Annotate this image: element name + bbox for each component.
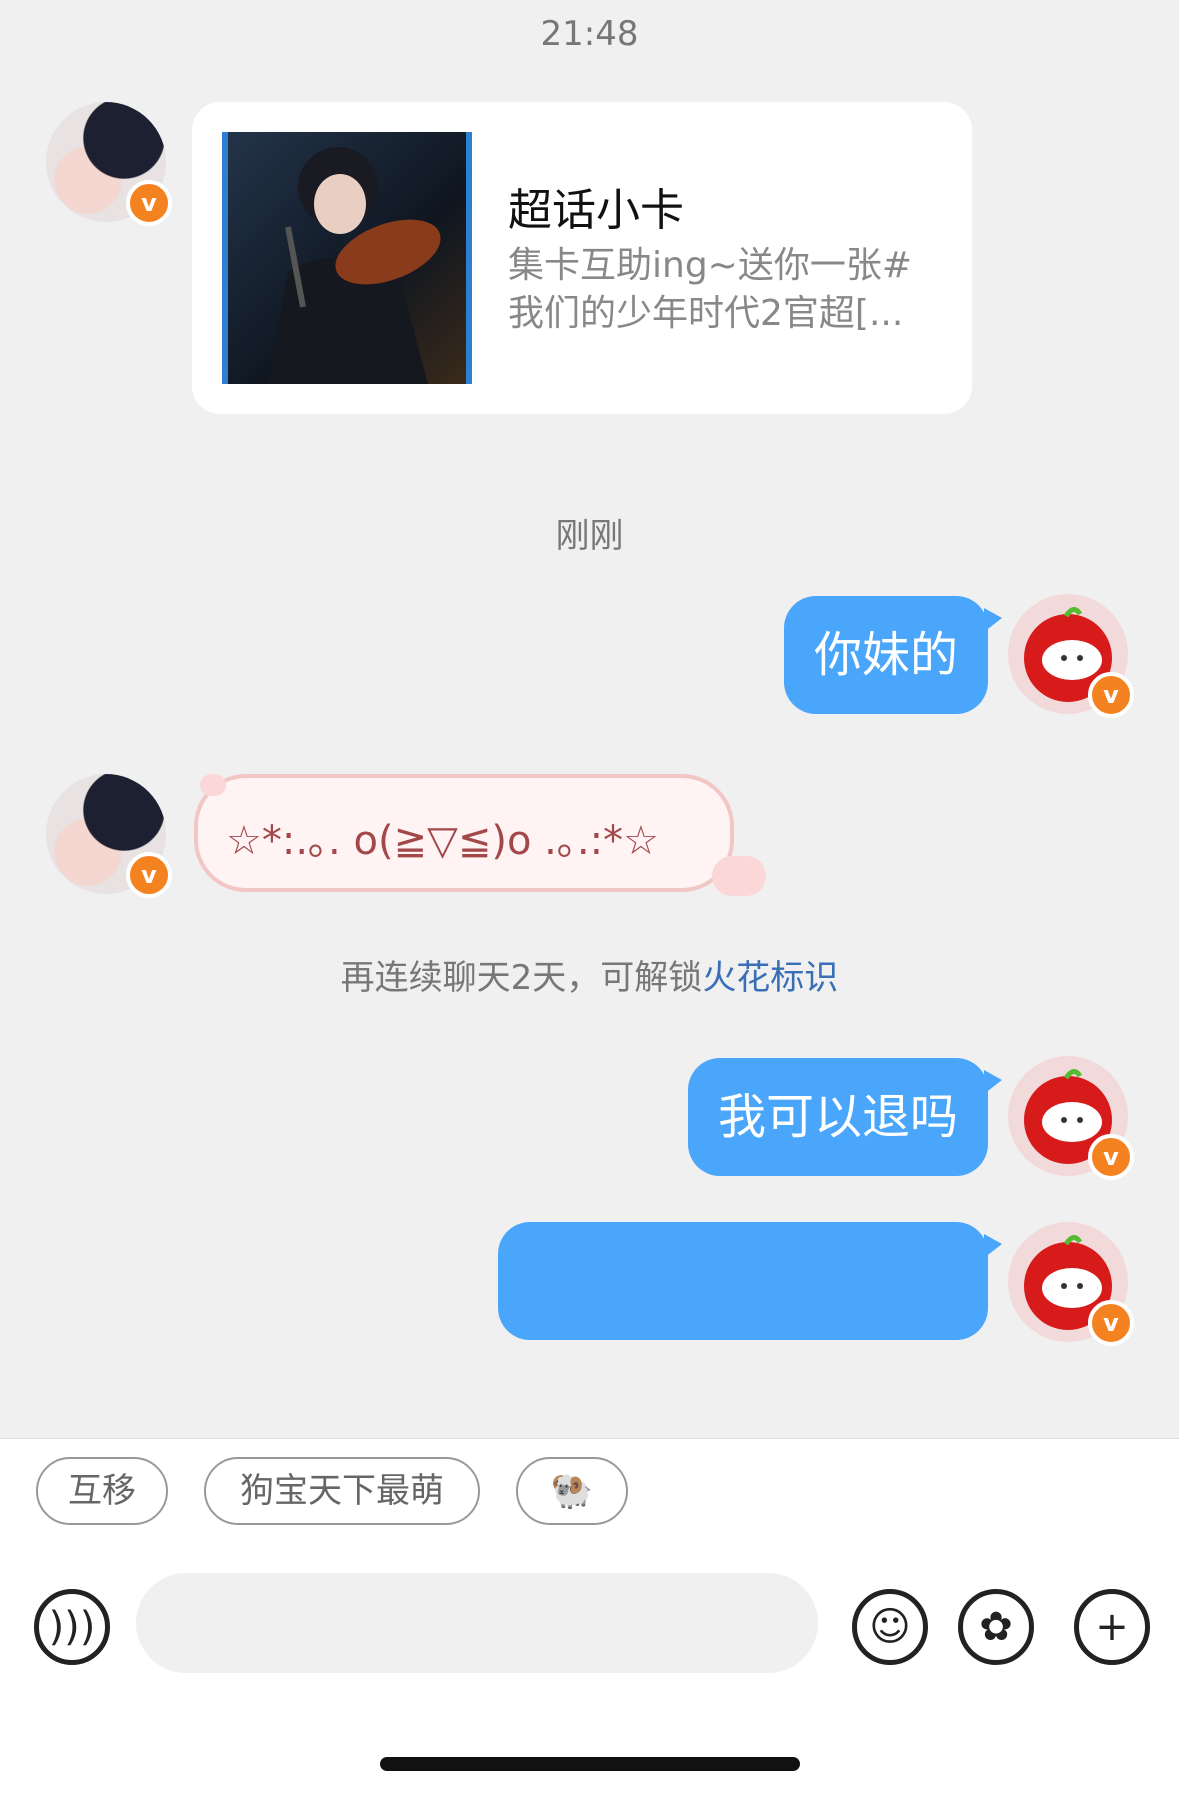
- quick-reply[interactable]: 狗宝天下最萌: [204, 1457, 480, 1525]
- outgoing-message[interactable]: 你妹的: [784, 596, 1002, 714]
- home-indicator: [380, 1757, 800, 1771]
- system-notice: 再连续聊天2天，可解锁火花标识: [0, 950, 1179, 999]
- verified-icon: v: [1088, 1134, 1134, 1180]
- card-thumbnail: [222, 132, 472, 384]
- contact-avatar[interactable]: v: [46, 102, 176, 232]
- outgoing-message[interactable]: 我可以退吗: [688, 1058, 1002, 1176]
- input-panel: 互移 狗宝天下最萌 🐏 ))) ☺ ✿ +: [0, 1438, 1179, 1799]
- message-text: ☆*:.｡. o(≧▽≦)o .｡.:*☆: [226, 818, 659, 864]
- sticker-icon[interactable]: ✿: [958, 1589, 1034, 1665]
- contact-avatar[interactable]: v: [46, 774, 176, 904]
- card-title: 超话小卡: [508, 185, 684, 236]
- violinist-image: [268, 147, 441, 384]
- verified-icon: v: [126, 852, 172, 898]
- my-avatar[interactable]: v: [1008, 1222, 1138, 1352]
- voice-icon[interactable]: ))): [34, 1589, 110, 1665]
- timestamp: 21:48: [540, 14, 639, 54]
- emoji-icon[interactable]: ☺: [852, 1589, 928, 1665]
- flower-decoration-icon: [200, 774, 226, 796]
- incoming-message[interactable]: ☆*:.｡. o(≧▽≦)o .｡.:*☆: [194, 774, 734, 892]
- card-description: 集卡互助ing~送你一张#我们的少年时代2官超[...: [508, 245, 912, 334]
- outgoing-message-redacted[interactable]: [498, 1222, 1002, 1340]
- add-icon[interactable]: +: [1074, 1589, 1150, 1665]
- pig-decoration-icon: [712, 856, 766, 896]
- verified-icon: v: [1088, 1300, 1134, 1346]
- system-notice-text: 再连续聊天2天，可解锁: [340, 958, 703, 998]
- verified-icon: v: [1088, 672, 1134, 718]
- spark-badge-link[interactable]: 火花标识: [702, 958, 838, 998]
- verified-icon: v: [126, 180, 172, 226]
- quick-reply[interactable]: 🐏: [516, 1457, 628, 1525]
- quick-reply[interactable]: 互移: [36, 1457, 168, 1525]
- message-input[interactable]: [136, 1573, 818, 1673]
- my-avatar[interactable]: v: [1008, 1056, 1138, 1186]
- my-avatar[interactable]: v: [1008, 594, 1138, 724]
- super-topic-card[interactable]: 超话小卡 集卡互助ing~送你一张#我们的少年时代2官超[...: [192, 102, 972, 414]
- timestamp: 刚刚: [555, 516, 624, 556]
